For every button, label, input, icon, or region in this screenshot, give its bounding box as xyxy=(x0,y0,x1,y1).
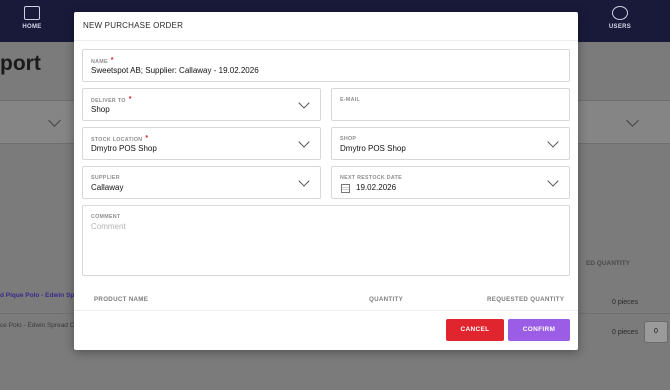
home-icon xyxy=(24,6,40,20)
column-header-requested-quantity: REQUESTED QUANTITY xyxy=(487,296,565,303)
nav-users-label: USERS xyxy=(608,24,632,30)
dialog-header: NEW PURCHASE ORDER xyxy=(74,12,578,41)
column-header-product-name: PRODUCT NAME xyxy=(94,296,149,303)
new-purchase-order-dialog: NEW PURCHASE ORDER NAME * Sweetspot AB; S… xyxy=(74,12,578,350)
background-page-title: port xyxy=(0,52,41,75)
name-field[interactable]: NAME * Sweetspot AB; Supplier: Callaway -… xyxy=(82,49,570,82)
chevron-down-icon xyxy=(298,97,310,109)
cancel-button[interactable]: CANCEL xyxy=(446,319,504,341)
chevron-down-icon xyxy=(298,175,310,187)
background-row-pieces: 0 pieces xyxy=(612,329,639,336)
stock-location-value: Dmytro POS Shop xyxy=(91,144,157,153)
background-row-product: ce Polo - Edwin Spread C xyxy=(0,322,75,329)
comment-textarea[interactable]: COMMENT Comment xyxy=(82,205,570,276)
background-row-product: d Pique Polo - Edwin Spre xyxy=(0,292,81,299)
required-marker: * xyxy=(110,57,114,64)
column-header-quantity: QUANTITY xyxy=(369,296,404,303)
deliver-to-select[interactable]: DELIVER TO * Shop xyxy=(82,88,321,121)
email-field[interactable]: E-MAIL xyxy=(331,88,570,121)
required-marker: * xyxy=(128,96,132,103)
stock-location-label: STOCK LOCATION * xyxy=(91,135,149,143)
stock-location-select[interactable]: STOCK LOCATION * Dmytro POS Shop xyxy=(82,127,321,160)
shop-label: SHOP xyxy=(340,136,357,142)
supplier-value: Callaway xyxy=(91,183,124,192)
comment-placeholder: Comment xyxy=(91,222,126,231)
chevron-down-icon xyxy=(547,175,559,187)
name-label: NAME * xyxy=(91,57,114,65)
background-quantity-input: 0 xyxy=(644,321,668,343)
calendar-icon xyxy=(341,184,350,193)
chevron-down-icon xyxy=(298,136,310,148)
email-label: E-MAIL xyxy=(340,97,361,103)
shop-value: Dmytro POS Shop xyxy=(340,144,406,153)
dialog-title: NEW PURCHASE ORDER xyxy=(83,21,184,30)
background-column-header: ED QUANTITY xyxy=(585,260,630,267)
deliver-to-label: DELIVER TO * xyxy=(91,96,132,104)
name-value: Sweetspot AB; Supplier: Callaway - 19.02… xyxy=(91,66,259,75)
required-marker: * xyxy=(145,135,149,142)
supplier-label: SUPPLIER xyxy=(91,175,120,181)
deliver-to-value: Shop xyxy=(91,105,110,114)
table-divider xyxy=(74,310,578,311)
users-icon xyxy=(612,6,628,20)
nav-home[interactable]: HOME xyxy=(2,0,62,42)
shop-select[interactable]: SHOP Dmytro POS Shop xyxy=(331,127,570,160)
chevron-down-icon xyxy=(547,136,559,148)
next-restock-date-value: 19.02.2026 xyxy=(356,183,397,192)
next-restock-date-label: NEXT RESTOCK DATE xyxy=(340,175,402,181)
next-restock-date-picker[interactable]: NEXT RESTOCK DATE 19.02.2026 xyxy=(331,166,570,199)
supplier-select[interactable]: SUPPLIER Callaway xyxy=(82,166,321,199)
confirm-button[interactable]: CONFIRM xyxy=(508,319,570,341)
nav-home-label: HOME xyxy=(22,24,42,30)
comment-label: COMMENT xyxy=(91,214,121,220)
background-row-pieces: 0 pieces xyxy=(612,299,639,306)
nav-users[interactable]: USERS xyxy=(590,0,650,42)
